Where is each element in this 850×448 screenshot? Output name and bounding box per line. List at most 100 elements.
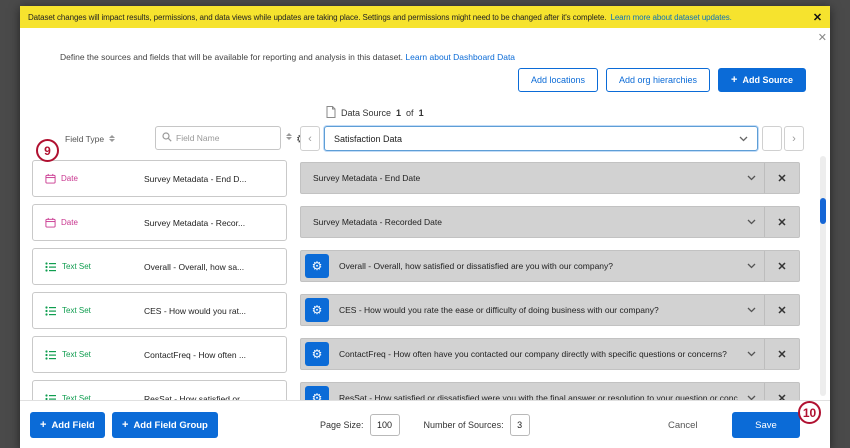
calendar-icon: [45, 173, 56, 184]
intro-sentence: Define the sources and fields that will …: [60, 52, 403, 62]
field-card[interactable]: Text Set ContactFreq - How often ...: [32, 336, 287, 373]
source-field-label: Overall - Overall, how satisfied or diss…: [339, 261, 738, 271]
chevron-down-icon[interactable]: [738, 263, 764, 269]
field-type-label: Text Set: [62, 262, 91, 271]
text-set-icon: [45, 262, 57, 272]
source-nav-button[interactable]: [762, 126, 782, 151]
dashboard-data-modal: Dataset changes will impact results, per…: [20, 6, 830, 448]
cancel-button[interactable]: Cancel: [668, 412, 698, 438]
gear-icon: ⚙: [312, 303, 323, 317]
dashboard-data-link[interactable]: Learn about Dashboard Data: [405, 52, 515, 62]
source-field-row: ⚙ ContactFreq - How often have you conta…: [300, 338, 800, 370]
number-of-sources-label: Number of Sources:: [424, 420, 504, 430]
data-source-of: of: [406, 108, 414, 118]
add-field-button[interactable]: + Add Field: [30, 412, 105, 438]
search-icon: [162, 129, 172, 147]
gear-icon: ⚙: [312, 259, 323, 273]
source-field-label: CES - How would you rate the ease or dif…: [339, 305, 738, 315]
field-settings-button[interactable]: ⚙: [305, 342, 329, 366]
scrollbar-thumb[interactable]: [820, 198, 826, 224]
source-select-value: Satisfaction Data: [334, 134, 402, 144]
banner-close-icon[interactable]: ✕: [807, 11, 822, 24]
pagination-settings: Page Size: Number of Sources:: [320, 401, 530, 448]
next-source-button[interactable]: ›: [784, 126, 804, 151]
chevron-down-icon[interactable]: [738, 351, 764, 357]
remove-field-button[interactable]: ✕: [765, 163, 799, 193]
add-locations-button[interactable]: Add locations: [518, 68, 598, 92]
chevron-down-icon: [739, 136, 748, 142]
modal-close-icon[interactable]: ✕: [818, 31, 827, 44]
number-of-sources-input[interactable]: [510, 414, 530, 436]
add-source-button[interactable]: + Add Source: [718, 68, 806, 92]
add-field-group-button[interactable]: + Add Field Group: [112, 412, 218, 438]
chevron-left-icon: ‹: [308, 133, 312, 145]
intro-text: Define the sources and fields that will …: [60, 52, 515, 62]
close-icon: ✕: [777, 172, 786, 185]
add-field-label: Add Field: [51, 420, 94, 431]
remove-field-button[interactable]: ✕: [765, 251, 799, 281]
text-set-icon: [45, 306, 57, 316]
remove-field-button[interactable]: ✕: [765, 207, 799, 237]
close-icon: ✕: [777, 260, 786, 273]
source-field-label: Survey Metadata - Recorded Date: [313, 217, 738, 227]
field-name-label: Survey Metadata - End D...: [144, 174, 247, 184]
field-name-label: ContactFreq - How often ...: [144, 350, 246, 360]
add-org-hierarchies-button[interactable]: Add org hierarchies: [606, 68, 710, 92]
close-icon: ✕: [777, 216, 786, 229]
field-name-label: Survey Metadata - Recor...: [144, 218, 245, 228]
source-field-row: Survey Metadata - End Date ✕: [300, 162, 800, 194]
calendar-icon: [45, 217, 56, 228]
prev-source-button[interactable]: ‹: [300, 126, 320, 151]
field-card[interactable]: Text Set CES - How would you rat...: [32, 292, 287, 329]
annotation-callout-9: 9: [36, 139, 59, 162]
data-source-current: 1: [396, 108, 401, 118]
field-settings-button[interactable]: ⚙: [305, 298, 329, 322]
source-select-dropdown[interactable]: Satisfaction Data: [324, 126, 758, 151]
plus-icon: +: [40, 420, 46, 431]
field-type-label: Date: [61, 174, 78, 183]
sort-icon[interactable]: [286, 133, 292, 140]
field-type-cell: Text Set: [33, 306, 144, 316]
remove-field-button[interactable]: ✕: [765, 339, 799, 369]
remove-field-button[interactable]: ✕: [765, 295, 799, 325]
text-set-icon: [45, 350, 57, 360]
field-type-cell: Text Set: [33, 350, 144, 360]
field-type-cell: Text Set: [33, 262, 144, 272]
footer-bar: + Add Field + Add Field Group Page Size:…: [20, 400, 830, 448]
banner-text: Dataset changes will impact results, per…: [28, 13, 606, 22]
add-field-group-label: Add Field Group: [133, 420, 207, 431]
chevron-down-icon[interactable]: [738, 219, 764, 225]
field-type-column-header[interactable]: Field Type: [65, 126, 115, 151]
field-type-cell: Date: [33, 173, 144, 184]
plus-icon: +: [122, 420, 128, 431]
data-source-total: 1: [419, 108, 424, 118]
source-field-row: ⚙ CES - How would you rate the ease or d…: [300, 294, 800, 326]
sort-icon: [109, 135, 115, 142]
close-icon: ✕: [777, 348, 786, 361]
chevron-down-icon[interactable]: [738, 175, 764, 181]
field-card[interactable]: Text Set Overall - Overall, how sa...: [32, 248, 287, 285]
chevron-down-icon[interactable]: [738, 307, 764, 313]
page-size-input[interactable]: [370, 414, 400, 436]
field-name-label: Overall - Overall, how sa...: [144, 262, 244, 272]
close-icon: ✕: [777, 304, 786, 317]
field-settings-button[interactable]: ⚙: [305, 254, 329, 278]
field-card[interactable]: Date Survey Metadata - End D...: [32, 160, 287, 197]
source-field-label: Survey Metadata - End Date: [313, 173, 738, 183]
field-card[interactable]: Date Survey Metadata - Recor...: [32, 204, 287, 241]
gear-icon: ⚙: [312, 347, 323, 361]
source-field-row: ⚙ Overall - Overall, how satisfied or di…: [300, 250, 800, 282]
field-type-label: Field Type: [65, 134, 104, 144]
chevron-right-icon: ›: [792, 133, 796, 145]
field-type-cell: Date: [33, 217, 144, 228]
document-icon: [326, 106, 336, 120]
save-button[interactable]: Save: [732, 412, 800, 438]
banner-learn-more-link[interactable]: Learn more about dataset updates.: [610, 13, 731, 22]
field-search-input[interactable]: [176, 133, 274, 143]
source-field-row: Survey Metadata - Recorded Date ✕: [300, 206, 800, 238]
dataset-warning-banner: Dataset changes will impact results, per…: [20, 6, 830, 28]
vertical-scrollbar[interactable]: [820, 156, 826, 396]
field-type-label: Date: [61, 218, 78, 227]
field-type-label: Text Set: [62, 306, 91, 315]
field-name-label: CES - How would you rat...: [144, 306, 246, 316]
